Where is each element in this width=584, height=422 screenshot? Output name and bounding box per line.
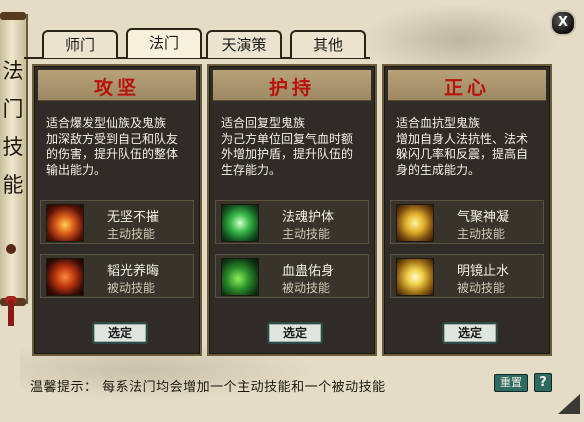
scroll-char: 技	[2, 135, 24, 159]
fire-burst-icon[interactable]	[46, 258, 84, 296]
panel-description: 适合血抗型鬼族 增加自身人法抗性、法术 躲闪几率和反震，提高自 身的生成能力。	[396, 116, 546, 178]
panel-description: 适合爆发型仙族及鬼族 加深敌方受到自己和队友 的伤害，提升队伍的整体 输出能力。	[46, 116, 196, 178]
close-icon: X	[557, 15, 569, 30]
scroll-char: 门	[2, 97, 24, 121]
close-button[interactable]: X	[550, 10, 576, 36]
green-aura-icon[interactable]	[221, 204, 259, 242]
desc-line: 躲闪几率和反震，提高自	[396, 147, 529, 161]
help-icon: ?	[539, 375, 547, 390]
desc-line: 加深敌方受到自己和队友	[46, 131, 179, 146]
desc-line: 适合血抗型鬼族	[396, 116, 481, 130]
scroll-title: 法 门 技 能	[1, 52, 25, 204]
skill-name: 明镜止水	[457, 264, 510, 279]
skill-name: 无坚不摧	[107, 210, 160, 225]
desc-line: 外增加护盾，提升队伍的	[221, 147, 354, 161]
panel-header: 正心	[388, 70, 546, 101]
skill-type: 主动技能	[457, 227, 506, 241]
desc-line: 输出能力。	[46, 162, 107, 177]
golden-meditation-icon[interactable]	[396, 204, 434, 242]
skill-slot[interactable]: 气聚神凝 主动技能	[390, 200, 544, 244]
desc-line: 增加自身人法抗性、法术	[396, 131, 529, 146]
skill-name: 韬光养晦	[107, 264, 160, 279]
skill-type: 主动技能	[282, 227, 331, 241]
reset-button[interactable]: 重置	[494, 374, 528, 392]
panel-zhengxin: 正心 适合血抗型鬼族 增加自身人法抗性、法术 躲闪几率和反震，提高自 身的生成能…	[382, 64, 552, 356]
desc-line: 适合爆发型仙族及鬼族	[46, 116, 167, 130]
flame-warrior-icon[interactable]	[46, 204, 84, 242]
skill-slot[interactable]: 血蛊佑身 被动技能	[215, 254, 369, 298]
tassel	[8, 300, 14, 326]
panel-description: 适合回复型鬼族 为己方单位回复气血时额 外增加护盾，提升队伍的 生存能力。	[221, 116, 371, 178]
skill-name: 气聚神凝	[457, 210, 510, 225]
desc-line: 生存能力。	[221, 162, 282, 177]
desc-line: 身的生成能力。	[396, 162, 481, 177]
tab-shimen[interactable]: 师门	[42, 30, 118, 58]
skill-name: 法魂护体	[282, 210, 335, 225]
tassel-bead	[6, 244, 16, 254]
panel-huchi: 护持 适合回复型鬼族 为己方单位回复气血时额 外增加护盾，提升队伍的 生存能力。…	[207, 64, 377, 356]
select-button[interactable]: 选定	[267, 322, 323, 344]
golden-light-icon[interactable]	[396, 258, 434, 296]
skill-slot[interactable]: 韬光养晦 被动技能	[40, 254, 194, 298]
tab-famen[interactable]: 法门	[126, 28, 202, 58]
skill-type: 被动技能	[107, 281, 156, 295]
skill-type: 主动技能	[107, 227, 156, 241]
skill-type: 被动技能	[282, 281, 331, 295]
select-button[interactable]: 选定	[92, 322, 148, 344]
skill-type: 被动技能	[457, 281, 506, 295]
skill-name: 血蛊佑身	[282, 264, 335, 279]
panel-gongjian: 攻坚 适合爆发型仙族及鬼族 加深敌方受到自己和队友 的伤害，提升队伍的整体 输出…	[32, 64, 202, 356]
tab-other[interactable]: 其他	[290, 30, 366, 58]
desc-line: 的伤害，提升队伍的整体	[46, 147, 179, 161]
panel-title: 正心	[443, 77, 490, 99]
skill-slot[interactable]: 明镜止水 被动技能	[390, 254, 544, 298]
panel-header: 攻坚	[38, 70, 196, 101]
scroll-char: 法	[2, 59, 24, 83]
tab-tianyance[interactable]: 天演策	[206, 30, 282, 58]
desc-line: 适合回复型鬼族	[221, 116, 306, 130]
ink-painting-decoration	[360, 4, 560, 64]
panel-header: 护持	[213, 70, 371, 101]
panel-title: 攻坚	[93, 77, 140, 99]
skill-window: 法 门 技 能 X 师门 法门 天演策 其他 攻坚 适合爆发型仙族及鬼族 加深敌…	[0, 0, 584, 422]
scroll-char: 能	[2, 173, 24, 197]
panel-title: 护持	[268, 77, 315, 99]
skill-slot[interactable]: 法魂护体 主动技能	[215, 200, 369, 244]
tip-text: 温馨提示： 每系法门均会增加一个主动技能和一个被动技能	[30, 380, 386, 395]
skill-slot[interactable]: 无坚不摧 主动技能	[40, 200, 194, 244]
scroll-rod-top	[0, 12, 26, 20]
select-button[interactable]: 选定	[442, 322, 498, 344]
green-claw-icon[interactable]	[221, 258, 259, 296]
desc-line: 为己方单位回复气血时额	[221, 131, 354, 146]
help-button[interactable]: ?	[534, 373, 552, 392]
corner-ornament	[558, 394, 580, 414]
